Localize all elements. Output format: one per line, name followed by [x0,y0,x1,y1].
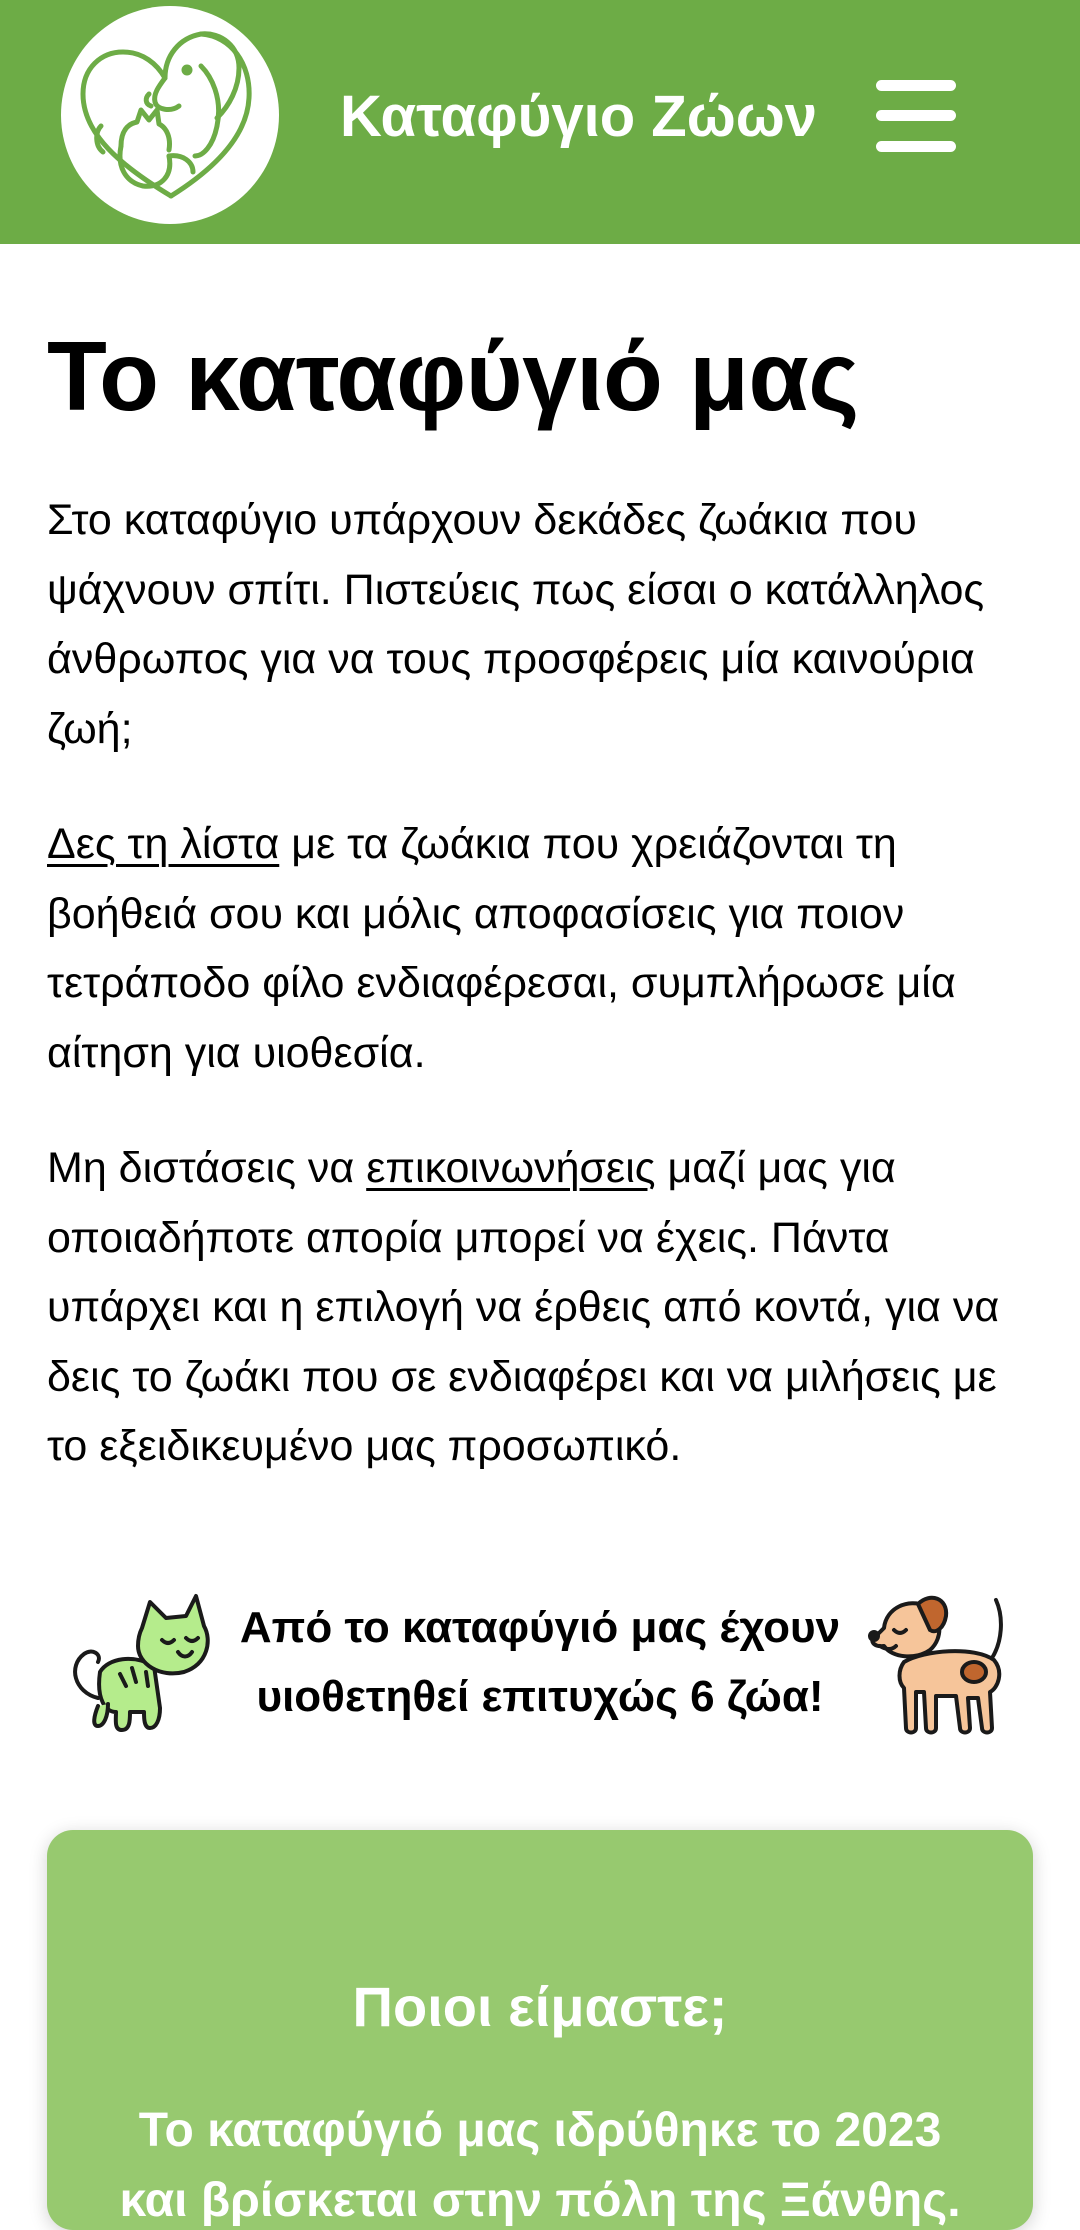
about-card: Ποιοι είμαστε; Το καταφύγιό μας ιδρύθηκε… [47,1830,1033,2230]
menu-line [876,80,956,91]
page-title: Το καταφύγιό μας [47,321,859,431]
green-cat-icon [64,1588,212,1738]
contact-paragraph: Μη διστάσεις να επικοινωνήσεις μαζί μας … [47,1134,1037,1482]
contact-link[interactable]: επικοινωνήσεις [366,1144,655,1192]
list-paragraph: Δες τη λίστα με τα ζωάκια που χρειάζοντα… [47,810,1037,1088]
logo-icon[interactable] [61,6,279,224]
intro-paragraph: Στο καταφύγιο υπάρχουν δεκάδες ζωάκια πο… [47,496,985,753]
adoption-counter: Από το καταφύγιό μας έχουν υιοθετηθεί επ… [0,1575,1080,1745]
site-title[interactable]: Καταφύγιο Ζώων [340,82,817,152]
main-content: Το καταφύγιό μας Στο καταφύγιο υπάρχουν … [47,244,1037,1482]
animal-list-link[interactable]: Δες τη λίστα [47,820,279,868]
menu-line [876,110,956,121]
contact-paragraph-end: μαζί μας για οποιαδήποτε απορία μπορεί ν… [47,1144,1000,1470]
adoption-count-text: Από το καταφύγιό μας έχουν υιοθετηθεί επ… [239,1603,841,1721]
menu-line [876,141,956,152]
about-text: Το καταφύγιό μας ιδρύθηκε το 2023 και βρ… [119,2104,961,2227]
hamburger-menu-icon[interactable] [876,80,956,152]
about-title: Ποιοι είμαστε; [352,1975,728,2038]
contact-paragraph-start: Μη διστάσεις να [47,1144,367,1192]
top-bar: Καταφύγιο Ζώων [0,0,1080,244]
orange-dog-icon [864,1588,1014,1738]
